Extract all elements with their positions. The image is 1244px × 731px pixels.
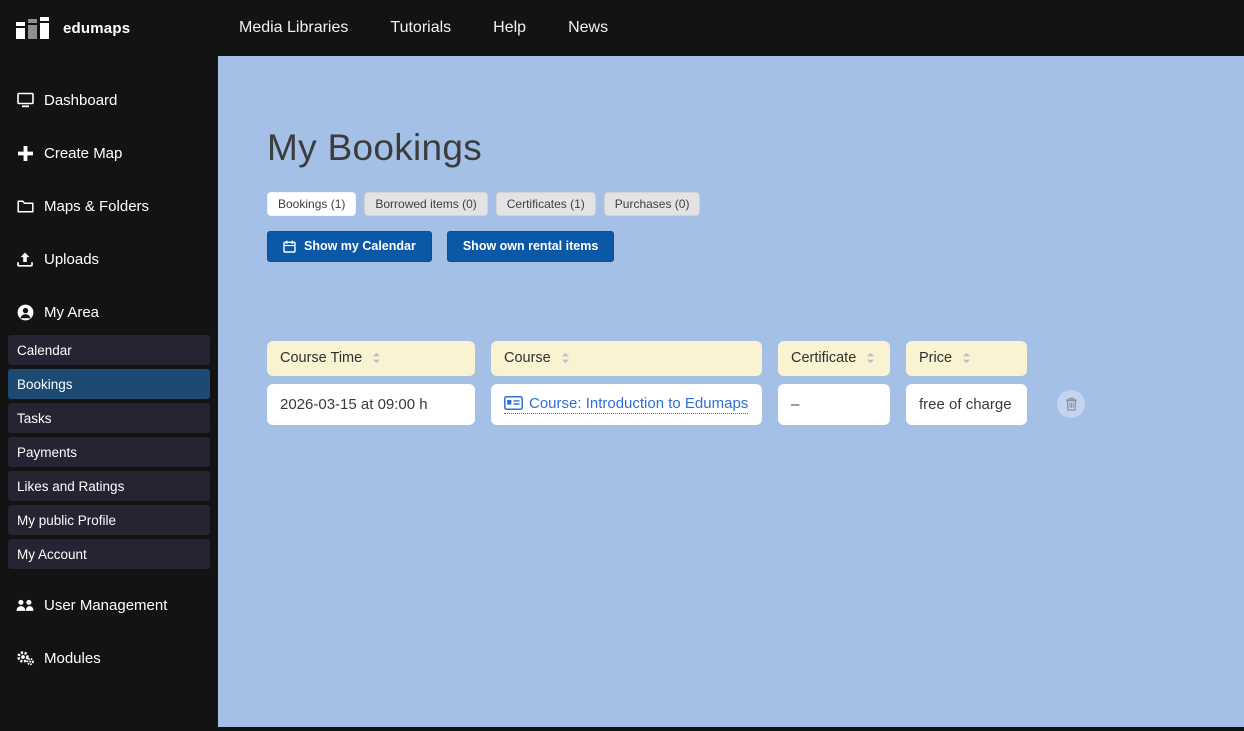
subitem-label: Calendar [17,342,72,358]
top-navigation: Media Libraries Tutorials Help News [218,0,629,56]
sidebar-subitem-payments[interactable]: Payments [8,437,210,467]
sidebar-subitem-tasks[interactable]: Tasks [8,403,210,433]
edumaps-logo-icon [16,17,49,39]
column-header-course[interactable]: Course [491,340,762,376]
column-label: Course [504,350,551,367]
subitem-label: Likes and Ratings [17,478,125,494]
sidebar-item-maps-folders[interactable]: Maps & Folders [16,190,218,222]
subitem-label: Payments [17,444,78,460]
sidebar-item-label: Maps & Folders [44,197,150,215]
dashboard-icon [16,92,34,108]
column-header-certificate[interactable]: Certificate [778,340,890,376]
sidebar-item-label: Modules [44,649,101,667]
sort-icon [561,352,570,364]
subitem-label: Bookings [17,376,73,392]
bookings-tabbar: Bookings (1) Borrowed items (0) Certific… [267,191,1244,216]
sidebar-item-uploads[interactable]: Uploads [16,243,218,275]
user-circle-icon [16,304,34,321]
cell-course: Course: Introduction to Edumaps [491,383,762,425]
subitem-label: My Account [17,546,87,562]
topnav-item-help[interactable]: Help [472,0,547,56]
column-header-price[interactable]: Price [906,340,1027,376]
sidebar-item-dashboard[interactable]: Dashboard [16,84,218,116]
sidebar-item-my-area[interactable]: My Area [16,296,218,328]
show-own-rental-items-button[interactable]: Show own rental items [446,230,615,262]
sort-icon [372,352,381,364]
column-label: Price [919,350,953,367]
my-area-submenu: Calendar Bookings Tasks Payments Likes a… [8,335,210,569]
show-my-calendar-label: Show my Calendar [304,239,416,254]
column-label: Certificate [791,350,857,367]
table-header-row: Course Time Course Certificate Price [267,340,1244,376]
sort-icon [962,352,971,364]
sidebar-item-label: Dashboard [44,91,118,109]
trash-icon [1065,397,1078,411]
subitem-label: Tasks [17,410,52,426]
sidebar-subitem-my-account[interactable]: My Account [8,539,210,569]
table-row: 2026-03-15 at 09:00 h Course: Introducti… [267,383,1244,425]
sidebar-item-user-management[interactable]: User Management [16,589,218,621]
page-title: My Bookings [267,127,483,168]
sidebar: Dashboard Create Map Maps & Folders Uplo… [0,56,218,731]
sidebar-subitem-bookings[interactable]: Bookings [8,369,210,399]
folder-icon [16,199,34,214]
bookings-table: Course Time Course Certificate Price 202… [267,340,1244,425]
sort-icon [866,352,875,364]
brand-name: edumaps [63,19,131,37]
topnav-item-tutorials[interactable]: Tutorials [369,0,472,56]
main-content: My Bookings Bookings (1) Borrowed items … [218,56,1244,727]
address-card-icon [504,396,523,411]
show-own-rental-items-label: Show own rental items [462,239,599,254]
sidebar-item-create-map[interactable]: Create Map [16,137,218,169]
action-buttons: Show my Calendar Show own rental items [267,230,1244,262]
course-link[interactable]: Course: Introduction to Edumaps [504,394,749,414]
users-icon [16,598,34,613]
sidebar-subitem-my-public-profile[interactable]: My public Profile [8,505,210,535]
course-link-label: Course: Introduction to Edumaps [529,394,749,412]
cell-certificate: – [778,383,890,425]
sidebar-item-modules[interactable]: Modules [16,642,218,674]
sidebar-item-label: My Area [44,303,100,321]
sidebar-item-label: Uploads [44,250,100,268]
tab-purchases[interactable]: Purchases (0) [603,191,701,216]
show-my-calendar-button[interactable]: Show my Calendar [267,230,432,262]
topnav-item-media-libraries[interactable]: Media Libraries [218,0,369,56]
calendar-icon [283,240,296,253]
column-label: Course Time [280,350,363,367]
plus-icon [16,145,34,161]
tab-borrowed-items[interactable]: Borrowed items (0) [364,191,488,216]
column-header-course-time[interactable]: Course Time [267,340,475,376]
certificate-value: – [791,395,800,413]
course-time-value: 2026-03-15 at 09:00 h [280,395,428,413]
cogs-icon [16,650,34,666]
price-value: free of charge [919,395,1012,413]
subitem-label: My public Profile [17,512,117,528]
tab-certificates[interactable]: Certificates (1) [495,191,596,216]
brand-logo[interactable]: edumaps [0,17,218,39]
sidebar-item-label: Create Map [44,144,123,162]
tab-bookings[interactable]: Bookings (1) [267,191,357,216]
upload-icon [16,252,34,267]
topbar: edumaps Media Libraries Tutorials Help N… [0,0,1244,56]
cell-price: free of charge [906,383,1027,425]
sidebar-item-label: User Management [44,596,168,614]
sidebar-subitem-calendar[interactable]: Calendar [8,335,210,365]
topnav-item-news[interactable]: News [547,0,629,56]
cell-course-time: 2026-03-15 at 09:00 h [267,383,475,425]
delete-booking-button[interactable] [1057,390,1085,419]
sidebar-subitem-likes-and-ratings[interactable]: Likes and Ratings [8,471,210,501]
